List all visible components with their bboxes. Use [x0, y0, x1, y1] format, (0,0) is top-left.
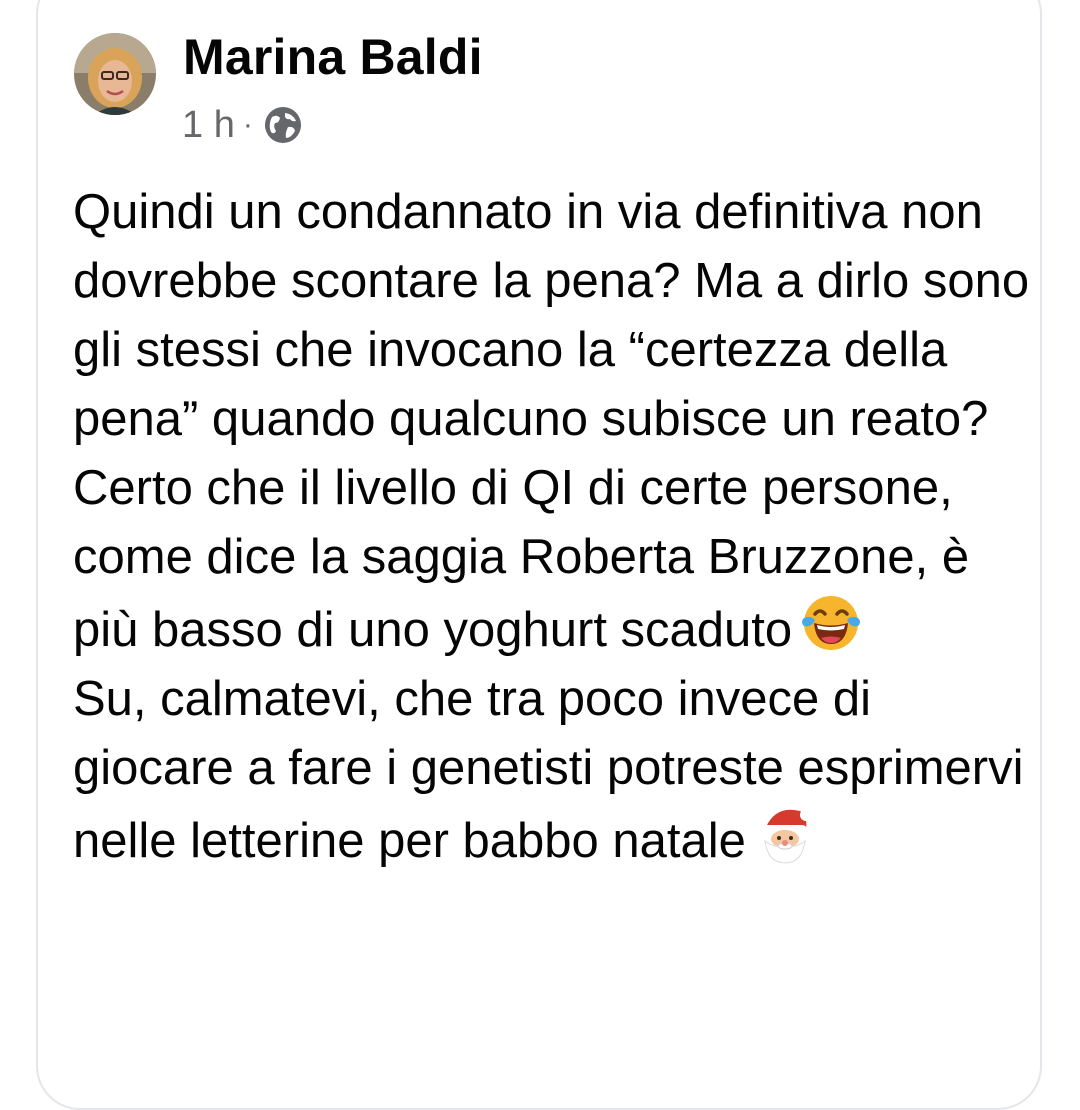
post-time[interactable]: 1 h — [182, 104, 235, 147]
paragraph-text: Su, calmatevi, che tra poco invece di gi… — [73, 672, 1024, 868]
post-paragraph: Quindi un condannato in via definitiva n… — [73, 178, 1033, 665]
post-header: Marina Baldi 1 h · — [70, 28, 970, 148]
paragraph-text: Quindi un condannato in via definitiva n… — [73, 185, 1030, 657]
tears-of-joy-emoji — [800, 592, 862, 654]
post-meta: 1 h · — [182, 100, 303, 150]
post-paragraph: Su, calmatevi, che tra poco invece di gi… — [73, 665, 1033, 876]
globe-icon — [263, 105, 303, 145]
author-name[interactable]: Marina Baldi — [183, 28, 483, 86]
post-body: Quindi un condannato in via definitiva n… — [73, 178, 1033, 876]
meta-separator: · — [242, 108, 253, 141]
avatar[interactable] — [74, 33, 156, 115]
santa-claus-emoji — [754, 803, 816, 865]
